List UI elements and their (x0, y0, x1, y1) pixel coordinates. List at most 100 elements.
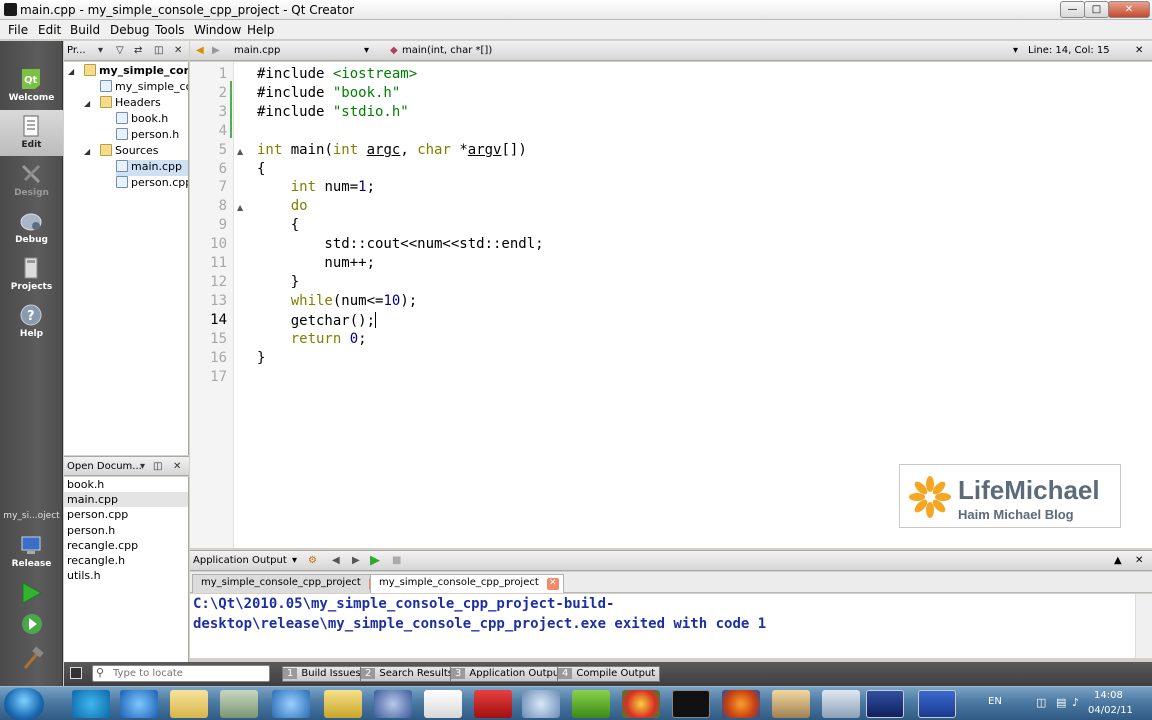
maximize-pane-icon[interactable]: ▲ (1114, 555, 1122, 566)
menu-debug[interactable]: Debug (110, 23, 149, 37)
fold-marker-icon[interactable]: ▲ (237, 147, 243, 156)
menu-tools[interactable]: Tools (155, 23, 185, 37)
mode-design[interactable]: Design (0, 158, 63, 204)
tree-item-person-cpp[interactable]: person.cpp (116, 176, 188, 192)
tree-item-book-h[interactable]: book.h (116, 112, 168, 128)
output-pane-title[interactable]: Application Output (193, 555, 287, 566)
navigation-view-selector[interactable]: Pr... (67, 45, 86, 56)
menu-build[interactable]: Build (70, 23, 100, 37)
mode-projects[interactable]: Projects (0, 252, 63, 298)
clock-time[interactable]: 14:08 (1094, 690, 1123, 701)
toggle-sidebar-icon[interactable] (70, 667, 82, 679)
open-document-item[interactable]: person.h (64, 523, 188, 538)
symbol-selector[interactable]: main(int, char *[]) (402, 45, 492, 56)
minimize-button[interactable]: — (1060, 1, 1085, 18)
expand-arrow-icon[interactable]: ◢ (84, 99, 90, 108)
app-icon[interactable] (822, 690, 860, 718)
sync-icon[interactable] (272, 690, 310, 718)
tree-item-person-h[interactable]: person.h (116, 128, 179, 144)
adobe-reader-icon[interactable] (474, 690, 512, 718)
notepad-icon[interactable] (424, 690, 462, 718)
command-prompt-icon[interactable] (672, 690, 710, 718)
network-icon[interactable]: ▤ (1056, 696, 1066, 709)
chrome-icon[interactable] (622, 690, 660, 718)
back-arrow-icon[interactable]: ◀ (196, 45, 204, 56)
qt-creator-taskbar-icon[interactable] (572, 690, 610, 718)
file-explorer-icon[interactable] (170, 690, 208, 718)
open-document-item[interactable]: main.cpp (64, 492, 188, 507)
application-output-text[interactable]: C:\Qt\2010.05\my_simple_console_cpp_proj… (190, 594, 1135, 658)
file-dropdown-icon[interactable]: ▾ (364, 45, 369, 56)
open-documents-title[interactable]: Open Docum... (67, 461, 142, 472)
build-configuration-selector[interactable]: Release (0, 529, 63, 575)
pane-button-build-issues[interactable]: 1 Build Issues (282, 666, 366, 682)
menu-window[interactable]: Window (194, 23, 241, 37)
split-icon[interactable]: ◫ (154, 45, 163, 56)
mode-welcome[interactable]: Qt Welcome (0, 63, 63, 109)
sync-link-icon[interactable]: ⇄ (134, 45, 142, 56)
pane-button-application-output[interactable]: 3 Application Output (450, 666, 569, 682)
language-indicator[interactable]: EN (988, 696, 1002, 707)
skype-icon[interactable] (72, 690, 110, 718)
close-icon[interactable]: ✕ (173, 461, 181, 472)
volume-icon[interactable]: ♪ (1072, 696, 1079, 709)
output-tab-active[interactable]: my_simple_console_cpp_project ✕ (370, 574, 564, 593)
symbol-dropdown-icon[interactable]: ▾ (1013, 45, 1018, 56)
mode-help[interactable]: ? Help (0, 299, 63, 345)
menu-help[interactable]: Help (247, 23, 274, 37)
close-icon[interactable]: ✕ (174, 45, 182, 56)
internet-explorer-icon[interactable] (120, 690, 158, 718)
media-player-icon[interactable] (866, 690, 904, 718)
locator[interactable]: ⚲ (92, 665, 270, 682)
close-pane-icon[interactable]: ✕ (1135, 555, 1143, 566)
open-document-item[interactable]: utils.h (64, 568, 188, 583)
run-icon[interactable]: ▶ (370, 553, 380, 568)
filter-tree-icon[interactable]: ▽ (116, 45, 124, 56)
dropdown-arrow-icon[interactable]: ▾ (292, 555, 297, 566)
next-item-icon[interactable]: ▶ (352, 555, 360, 566)
mode-edit[interactable]: Edit (0, 110, 63, 156)
paint-icon[interactable] (772, 690, 810, 718)
expand-arrow-icon[interactable]: ◢ (84, 147, 90, 156)
forward-arrow-icon[interactable]: ▶ (212, 45, 220, 56)
pane-button-compile-output[interactable]: 4 Compile Output (557, 666, 661, 682)
app-icon[interactable] (324, 690, 362, 718)
fold-marker-icon[interactable]: ▲ (237, 203, 243, 212)
open-document-item[interactable]: person.cpp (64, 507, 188, 522)
locator-input[interactable] (113, 667, 263, 680)
maximize-button[interactable]: □ (1084, 1, 1109, 18)
close-tab-icon[interactable]: ✕ (546, 578, 559, 590)
rerun-icon[interactable]: ⚙ (308, 555, 317, 566)
app-icon[interactable] (918, 690, 956, 718)
tray-icon[interactable]: ◫ (1036, 696, 1046, 709)
split-icon[interactable]: ◫ (153, 461, 162, 472)
itunes-icon[interactable] (374, 690, 412, 718)
build-hammer-icon[interactable] (19, 646, 45, 672)
clock-date[interactable]: 04/02/11 (1088, 705, 1133, 716)
open-document-item[interactable]: recangle.h (64, 553, 188, 568)
output-scrollbar[interactable] (1135, 594, 1152, 658)
previous-item-icon[interactable]: ◀ (332, 555, 340, 566)
safari-icon[interactable] (522, 690, 560, 718)
close-button[interactable]: ✕ (1108, 1, 1150, 18)
dropdown-arrow-icon[interactable]: ▾ (140, 461, 145, 472)
run-icon[interactable] (19, 581, 45, 605)
debug-run-icon[interactable] (20, 612, 44, 638)
open-document-item[interactable]: book.h (64, 477, 188, 492)
open-document-item[interactable]: recangle.cpp (64, 538, 188, 553)
output-tab[interactable]: my_simple_console_cpp_project ✕ (192, 574, 386, 593)
pane-button-search-results[interactable]: 2 Search Results (360, 666, 459, 682)
file-selector[interactable]: main.cpp (234, 45, 280, 56)
tree-item-main-cpp[interactable]: main.cpp (116, 160, 188, 176)
stop-icon[interactable]: ■ (392, 555, 401, 566)
mode-debug[interactable]: Debug (0, 205, 63, 251)
tree-item-pro-file[interactable]: my_simple_console (100, 80, 188, 96)
menu-edit[interactable]: Edit (38, 23, 61, 37)
expand-arrow-icon[interactable]: ◢ (68, 67, 74, 76)
firefox-icon[interactable] (722, 690, 760, 718)
start-button[interactable] (4, 688, 44, 720)
filter-icon[interactable]: ▾ (98, 45, 103, 56)
close-editor-icon[interactable]: ✕ (1135, 45, 1143, 56)
menu-file[interactable]: File (8, 23, 28, 37)
calculator-icon[interactable] (220, 690, 258, 718)
